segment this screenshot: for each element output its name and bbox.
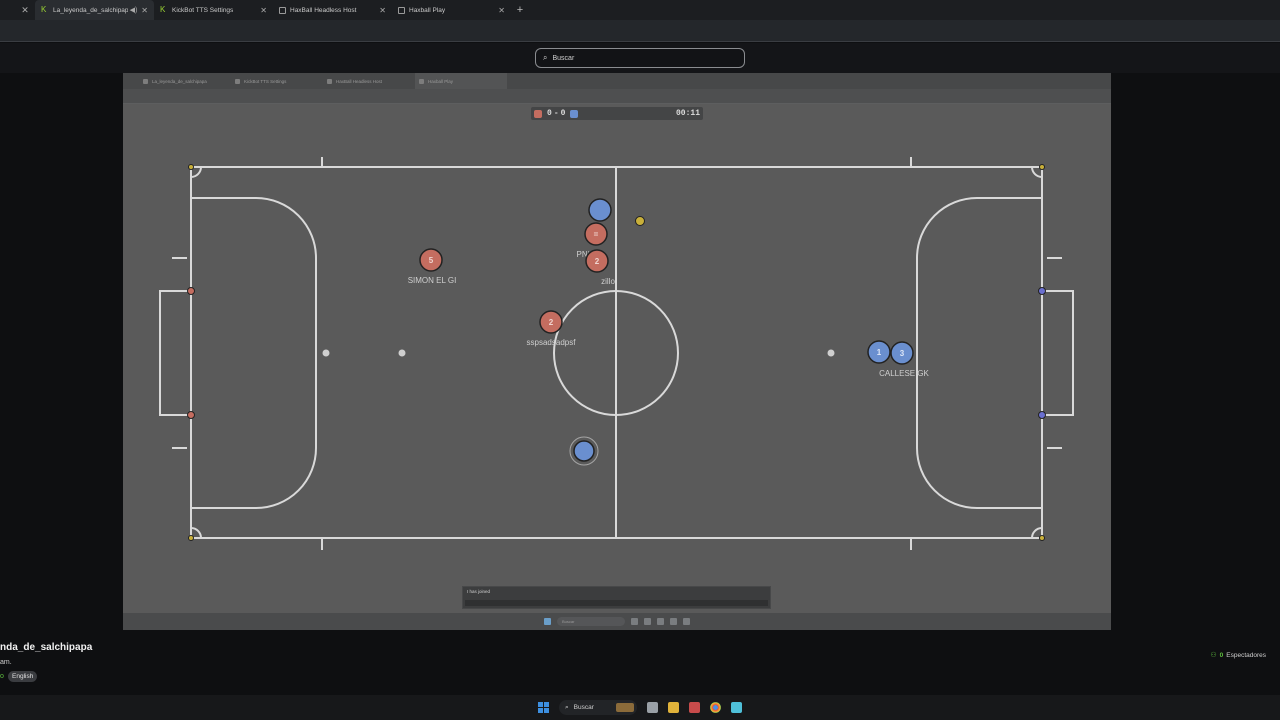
player-number: 5 [429,256,434,265]
goal-post [1038,287,1046,295]
chat-line: I has joined [467,589,491,594]
close-icon[interactable]: ✕ [379,6,386,15]
tab-title: KickBot TTS Settings [172,6,234,14]
taskbar-search-label: Buscar [573,704,594,711]
close-icon[interactable]: ✕ [15,0,35,20]
left-penalty-area [191,197,317,509]
player-name: SIMON EL GI [408,276,457,285]
kick-icon: K [160,5,166,14]
file-explorer-icon[interactable] [668,702,679,713]
player-name: sspsadsadpsf [527,338,577,347]
page-icon: . [398,6,405,14]
stream-video[interactable]: La_leyenda_de_salchipapa KickBot TTS Set… [123,73,1111,630]
chat-input [465,600,768,606]
search-placeholder: Buscar [552,54,575,62]
player-blue [588,198,612,222]
app-icon[interactable] [689,702,700,713]
notepad-icon[interactable] [731,702,742,713]
tab-title: HaxBall Headless Host [290,6,357,14]
ball [635,216,645,226]
player-number: 3 [900,349,905,358]
spectators-label: Espectadores [1226,651,1266,659]
app-icon [644,618,651,625]
search-highlight-icon [616,703,634,712]
player-red: 2 zillo [585,249,615,286]
tab-4[interactable]: . Haxball Play ✕ [392,0,511,20]
spectators-number: 0 [1219,651,1224,659]
player-blue: 1 [867,340,891,364]
player-red: 2 sspsadsadpsf [527,310,577,347]
game-chat: I has joined [462,586,771,609]
site-header: ⌕ Buscar [0,43,1280,73]
penalty-spot [322,349,330,357]
page-icon: . [279,6,286,14]
corner-post [1039,164,1045,170]
tab-title: Haxball Play [409,6,446,14]
goal-post [187,411,195,419]
tab-2[interactable]: K KickBot TTS Settings ✕ [154,0,273,20]
address-bar[interactable] [0,20,1280,42]
search-icon: ⌕ [565,703,569,711]
inner-search-label: Buscar [562,619,575,624]
player-number: 1 [877,348,882,357]
player-number: 2 [595,257,600,266]
player-number: = [594,230,599,239]
category-label[interactable]: o [0,673,4,680]
player-number: 2 [549,318,554,327]
people-icon: ⚇ [1210,652,1217,659]
app-icon [631,618,638,625]
os-taskbar: ⌕ Buscar [0,695,1280,720]
penalty-spot [827,349,835,357]
app-icon [683,618,690,625]
search-icon: ⌕ [543,53,548,62]
goal-post [1038,411,1046,419]
chrome-icon[interactable] [710,702,721,713]
windows-start-icon[interactable] [538,702,549,713]
close-icon[interactable]: ✕ [498,6,505,15]
channel-info: nda_de_salchipapa am. o English ⚇ 0 Espe… [0,630,1280,690]
right-goal [1042,290,1074,416]
language-badge[interactable]: English [8,671,38,682]
app-icon [657,618,664,625]
stream-title: am. [0,659,12,666]
goal-post [187,287,195,295]
right-penalty-area [916,197,1042,509]
browser-tabbar: ✕ K La_leyenda_de_salchipapa ◀) ✕ K Kick… [0,0,1280,20]
close-icon[interactable]: ✕ [141,6,148,15]
corner-post [188,164,194,170]
haxball-field: 5 SIMON EL GI 2 sspsadsadpsf = PNi 2 zil… [159,157,1074,550]
player-red: 5 SIMON EL GI [408,248,457,285]
inner-taskbar: Buscar [123,613,1111,630]
task-view-icon[interactable] [647,702,658,713]
speaker-icon[interactable]: ◀) [130,6,138,14]
player-name: zillo [601,277,615,286]
left-goal [159,290,191,416]
taskbar-search[interactable]: ⌕ Buscar [559,700,637,715]
new-tab-button[interactable]: + [511,4,529,16]
spectators-count: ⚇ 0 Espectadores [1210,651,1266,660]
app-icon [670,618,677,625]
player-blue [569,436,599,466]
close-icon[interactable]: ✕ [260,6,267,15]
tab-3[interactable]: . HaxBall Headless Host ✕ [273,0,392,20]
tab-title: La_leyenda_de_salchipapa [53,6,128,14]
corner-post [1039,535,1045,541]
kick-icon: K [41,5,47,14]
penalty-spot [398,349,406,357]
channel-name[interactable]: nda_de_salchipapa [0,642,92,653]
tab-1[interactable]: K La_leyenda_de_salchipapa ◀) ✕ [35,0,154,20]
player-name: CALLESE GK [879,369,929,378]
search-input[interactable]: ⌕ Buscar [535,48,745,68]
inner-search: Buscar [557,617,625,626]
corner-post [188,535,194,541]
windows-icon [544,618,551,625]
